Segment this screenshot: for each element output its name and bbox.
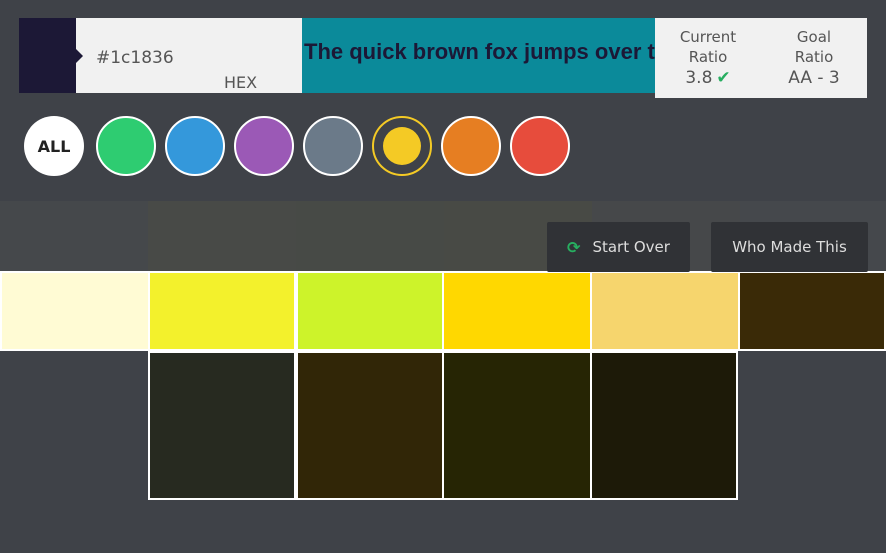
goal-ratio-label-line2: Ratio <box>794 48 834 66</box>
current-ratio-label-line1: Current <box>679 28 737 46</box>
color-swatch-cell[interactable] <box>296 351 444 500</box>
grid-header-cell <box>296 201 444 273</box>
filter-purple-button[interactable] <box>234 116 294 176</box>
hex-input-box: HEX <box>76 18 302 93</box>
ratio-panel: Current Ratio 3.8 ✔ Goal Ratio AA - 3 <box>655 18 867 98</box>
check-icon: ✔ <box>716 68 731 88</box>
grid-header-cell <box>0 201 148 273</box>
color-swatch-cell[interactable] <box>738 271 886 351</box>
filter-green-button[interactable] <box>96 116 156 176</box>
filter-yellow-button[interactable] <box>372 116 432 176</box>
color-swatch-cell[interactable] <box>296 271 444 351</box>
color-swatch-cell[interactable] <box>0 271 150 351</box>
current-ratio: Current Ratio 3.8 ✔ <box>655 27 761 88</box>
hex-input[interactable] <box>96 48 276 68</box>
current-color-swatch <box>19 18 76 93</box>
who-made-this-button[interactable]: Who Made This <box>711 222 868 272</box>
goal-ratio-label-line1: Goal <box>796 28 832 46</box>
color-swatch-cell[interactable] <box>442 271 592 351</box>
current-ratio-label-line2: Ratio <box>688 48 728 66</box>
color-swatch-cell[interactable] <box>442 351 592 500</box>
refresh-icon: ⟳ <box>567 237 581 257</box>
filter-all-button[interactable]: ALL <box>24 116 84 176</box>
color-swatch-cell[interactable] <box>148 271 296 351</box>
filter-blue-button[interactable] <box>165 116 225 176</box>
color-swatch-cell[interactable] <box>590 351 738 500</box>
filter-orange-button[interactable] <box>441 116 501 176</box>
filter-yellow-dot <box>383 127 421 165</box>
current-ratio-value: 3.8 <box>685 68 713 88</box>
start-over-button[interactable]: ⟳ Start Over <box>547 222 690 272</box>
contrast-preview: The quick brown fox jumps over the lazy … <box>302 18 655 93</box>
color-input-bar: HEX The quick brown fox jumps over the l… <box>19 18 867 98</box>
color-swatch-cell[interactable] <box>590 271 740 351</box>
color-swatch-cell[interactable] <box>148 351 296 500</box>
grid-header-cell <box>148 201 296 273</box>
who-made-this-label: Who Made This <box>732 238 847 256</box>
swatch-pointer-icon <box>76 49 83 63</box>
goal-ratio: Goal Ratio AA - 3 <box>761 27 867 88</box>
goal-ratio-value: AA - 3 <box>788 68 840 88</box>
filter-red-button[interactable] <box>510 116 570 176</box>
filter-all-label: ALL <box>37 136 71 156</box>
preview-text: The quick brown fox jumps over the lazy … <box>304 39 655 64</box>
hex-format-label: HEX <box>224 73 258 92</box>
filter-gray-button[interactable] <box>303 116 363 176</box>
start-over-label: Start Over <box>592 238 670 256</box>
